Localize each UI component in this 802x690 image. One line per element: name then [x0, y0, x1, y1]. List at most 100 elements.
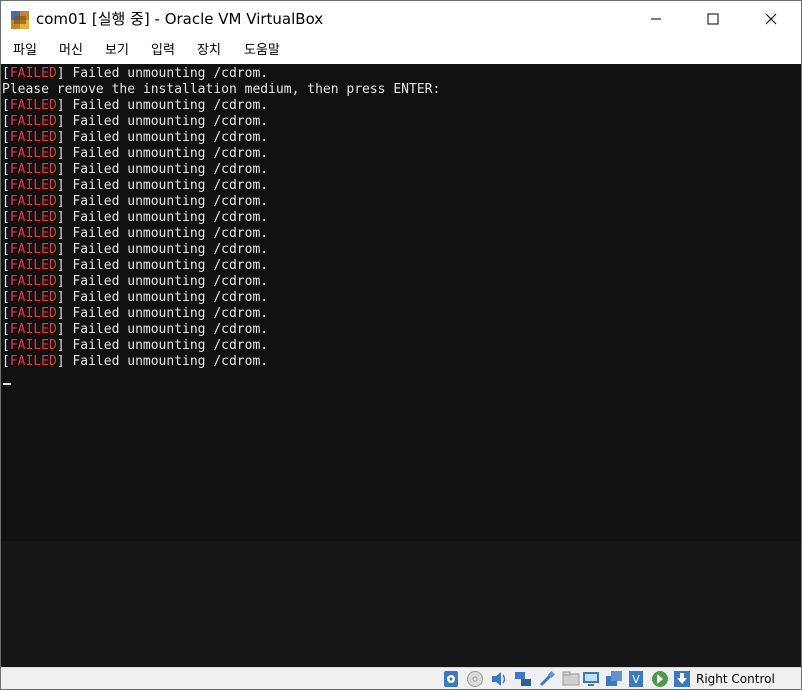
console-line: [FAILED] Failed unmounting /cdrom. — [2, 338, 440, 354]
console-output: [FAILED] Failed unmounting /cdrom. Please… — [2, 66, 440, 370]
bracket-open: [ — [2, 114, 10, 129]
menu-machine[interactable]: 머신 — [59, 37, 83, 64]
virtualbox-window: com01 [실행 중] - Oracle VM VirtualBox 파일 머… — [0, 0, 802, 690]
console-line: [FAILED] Failed unmounting /cdrom. — [2, 274, 440, 290]
failed-status-tag: FAILED — [9, 338, 57, 353]
optical-drive-icon[interactable] — [466, 670, 484, 688]
console-line: [FAILED] Failed unmounting /cdrom. — [2, 98, 440, 114]
close-button[interactable] — [748, 1, 794, 37]
status-bar: V Right Control — [1, 667, 801, 689]
menu-bar: 파일 머신 보기 입력 장치 도움말 — [1, 37, 801, 64]
host-key-label: Right Control — [696, 672, 775, 686]
failed-status-tag: FAILED — [9, 258, 57, 273]
bracket-open: [ — [2, 322, 10, 337]
bracket-open: [ — [2, 66, 10, 81]
minimize-button[interactable] — [633, 1, 679, 37]
bracket-open: [ — [2, 274, 10, 289]
vm-console-screen[interactable]: [FAILED] Failed unmounting /cdrom. Please… — [1, 64, 801, 667]
title-bar[interactable]: com01 [실행 중] - Oracle VM VirtualBox — [1, 1, 801, 37]
network-icon[interactable] — [514, 670, 532, 688]
console-line-text: Failed unmounting /cdrom. — [64, 290, 269, 305]
menu-help[interactable]: 도움말 — [244, 37, 280, 64]
bracket-close: ] — [56, 242, 65, 257]
bracket-close: ] — [56, 178, 65, 193]
bracket-open: [ — [2, 130, 10, 145]
console-line-text: Failed unmounting /cdrom. — [64, 258, 269, 273]
audio-icon[interactable] — [490, 670, 508, 688]
failed-status-tag: FAILED — [9, 290, 57, 305]
bracket-open: [ — [2, 306, 10, 321]
bracket-close: ] — [56, 146, 65, 161]
virtualization-icon[interactable]: V — [627, 670, 645, 688]
bracket-close: ] — [56, 98, 65, 113]
console-line-text: Failed unmounting /cdrom. — [64, 306, 269, 321]
maximize-icon — [707, 13, 719, 25]
console-line: [FAILED] Failed unmounting /cdrom. — [2, 258, 440, 274]
console-line-text: Failed unmounting /cdrom. — [64, 130, 269, 145]
console-line: [FAILED] Failed unmounting /cdrom. — [2, 306, 440, 322]
console-line: [FAILED] Failed unmounting /cdrom. — [2, 130, 440, 146]
bracket-open: [ — [2, 178, 10, 193]
maximize-button[interactable] — [690, 1, 736, 37]
bracket-close: ] — [56, 274, 65, 289]
menu-devices[interactable]: 장치 — [197, 37, 221, 64]
console-line-text: Failed unmounting /cdrom. — [64, 162, 269, 177]
menu-file[interactable]: 파일 — [13, 37, 37, 64]
bracket-open: [ — [2, 146, 10, 161]
menu-input[interactable]: 입력 — [151, 37, 175, 64]
console-line-text: Failed unmounting /cdrom. — [64, 354, 269, 369]
console-line-text: Failed unmounting /cdrom. — [64, 210, 269, 225]
usb-icon[interactable] — [538, 670, 556, 688]
console-line: [FAILED] Failed unmounting /cdrom. — [2, 210, 440, 226]
minimize-icon — [651, 18, 661, 20]
bracket-close: ] — [56, 338, 65, 353]
keyboard-capture-icon[interactable] — [673, 670, 691, 688]
text-cursor — [3, 383, 11, 385]
failed-status-tag: FAILED — [9, 114, 57, 129]
bracket-close: ] — [56, 114, 65, 129]
console-line-text: Failed unmounting /cdrom. — [64, 274, 269, 289]
console-line-text: Failed unmounting /cdrom. — [64, 226, 269, 241]
failed-status-tag: FAILED — [9, 210, 57, 225]
display-icon[interactable] — [582, 670, 600, 688]
failed-status-tag: FAILED — [9, 162, 57, 177]
bracket-open: [ — [2, 210, 10, 225]
bracket-close: ] — [56, 194, 65, 209]
failed-status-tag: FAILED — [9, 66, 57, 81]
bracket-open: [ — [2, 354, 10, 369]
bracket-open: [ — [2, 194, 10, 209]
failed-status-tag: FAILED — [9, 146, 57, 161]
console-line: Please remove the installation medium, t… — [2, 82, 440, 98]
bracket-close: ] — [56, 210, 65, 225]
bracket-open: [ — [2, 242, 10, 257]
bracket-open: [ — [2, 226, 10, 241]
bracket-open: [ — [2, 162, 10, 177]
failed-status-tag: FAILED — [9, 130, 57, 145]
bracket-open: [ — [2, 258, 10, 273]
video-capture-icon[interactable] — [605, 670, 623, 688]
menu-view[interactable]: 보기 — [105, 37, 129, 64]
mouse-integration-icon[interactable] — [651, 670, 669, 688]
failed-status-tag: FAILED — [9, 354, 57, 369]
bracket-close: ] — [56, 354, 65, 369]
console-line: [FAILED] Failed unmounting /cdrom. — [2, 178, 440, 194]
failed-status-tag: FAILED — [9, 306, 57, 321]
hard-disk-icon[interactable] — [442, 670, 460, 688]
bracket-close: ] — [56, 130, 65, 145]
failed-status-tag: FAILED — [9, 322, 57, 337]
bracket-open: [ — [2, 338, 10, 353]
bracket-close: ] — [56, 226, 65, 241]
bracket-open: [ — [2, 290, 10, 305]
console-line-text: Failed unmounting /cdrom. — [64, 98, 269, 113]
failed-status-tag: FAILED — [9, 98, 57, 113]
failed-status-tag: FAILED — [9, 194, 57, 209]
console-line: [FAILED] Failed unmounting /cdrom. — [2, 242, 440, 258]
shared-folders-icon[interactable] — [562, 670, 580, 688]
console-line-text: Failed unmounting /cdrom. — [64, 322, 269, 337]
console-line: [FAILED] Failed unmounting /cdrom. — [2, 114, 440, 130]
console-line-text: Failed unmounting /cdrom. — [64, 242, 269, 257]
bracket-close: ] — [56, 290, 65, 305]
bracket-close: ] — [56, 162, 65, 177]
window-title: com01 [실행 중] - Oracle VM VirtualBox — [36, 10, 324, 28]
bracket-open: [ — [2, 98, 10, 113]
